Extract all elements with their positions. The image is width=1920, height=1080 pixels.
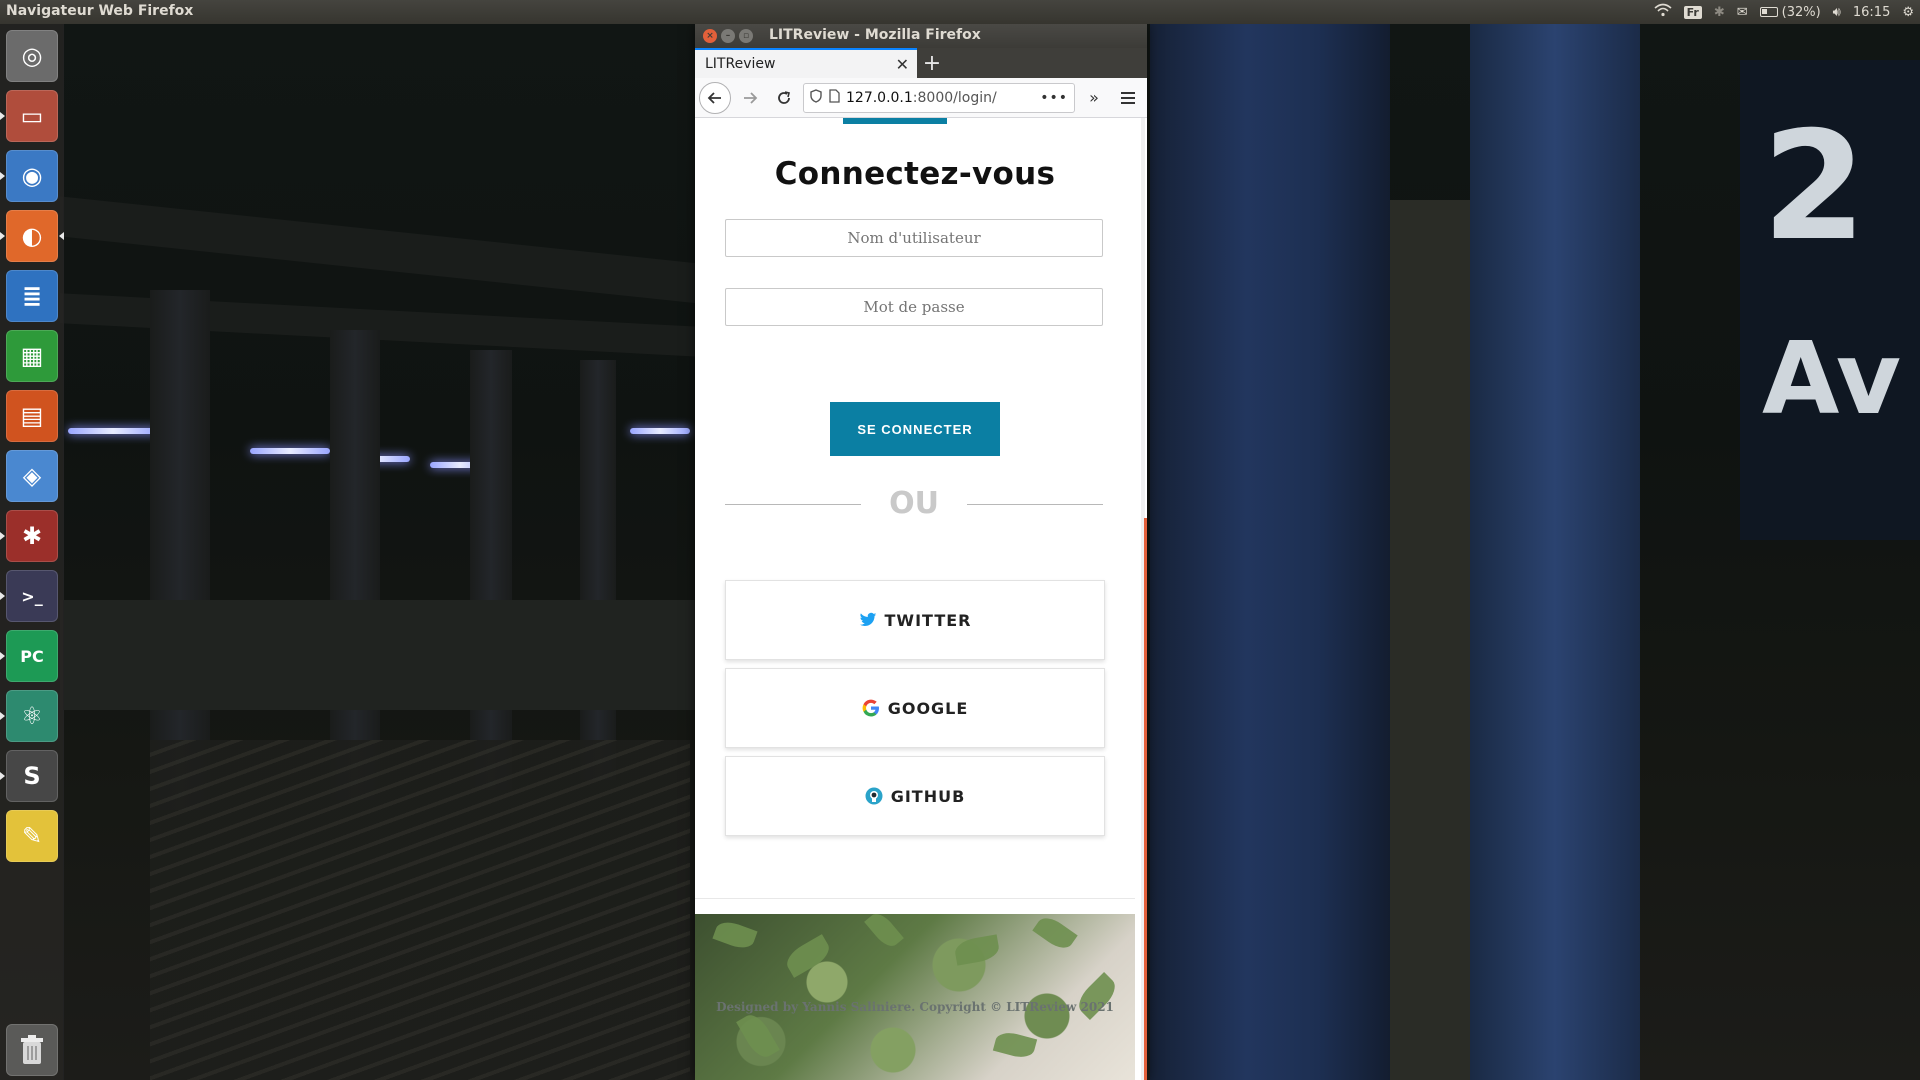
window-maximize-button[interactable]: ▫ <box>739 29 753 43</box>
page-actions-icon[interactable]: ••• <box>1040 90 1068 106</box>
reload-button[interactable] <box>769 83 799 113</box>
new-tab-button[interactable]: + <box>917 48 947 78</box>
close-tab-icon[interactable]: ✕ <box>896 55 909 74</box>
battery-percentage: (32%) <box>1781 4 1821 20</box>
top-panel: Navigateur Web Firefox Fr ✱ ✉ (32%) 🔊︎ 1… <box>0 0 1920 24</box>
google-label: GOOGLE <box>887 698 969 718</box>
overflow-menu-icon[interactable]: » <box>1079 83 1109 113</box>
clock[interactable]: 16:15 <box>1853 5 1890 20</box>
login-title: Connectez-vous <box>774 156 1056 192</box>
firefox-icon[interactable]: ◐ <box>0 210 64 262</box>
wifi-icon[interactable] <box>1654 3 1672 21</box>
header-accent-bar <box>843 118 947 124</box>
sublime-icon[interactable]: S <box>0 750 58 802</box>
power-gear-icon[interactable]: ⚙ <box>1902 5 1914 20</box>
volume-icon[interactable]: 🔊︎ <box>1833 5 1841 20</box>
forward-button[interactable] <box>735 83 765 113</box>
atom-icon[interactable]: ⚛ <box>0 690 58 742</box>
github-login-button[interactable]: GITHUB <box>725 756 1105 836</box>
window-titlebar[interactable]: × – ▫ LITReview - Mozilla Firefox <box>695 24 1147 48</box>
twitter-label: TWITTER <box>884 610 972 630</box>
ubuntu-dash-icon[interactable]: ◎ <box>6 30 58 82</box>
footer-copyright: Designed by Yannis Saliniere. Copyright … <box>716 1000 1114 1014</box>
page-side-accent <box>1144 518 1147 1080</box>
url-text[interactable]: 127.0.0.1:8000/login/ <box>846 90 1034 106</box>
terminal-icon[interactable]: >_ <box>0 570 58 622</box>
or-divider: OU <box>725 484 1103 524</box>
github-icon <box>865 787 883 805</box>
battery-indicator[interactable]: (32%) <box>1759 4 1821 20</box>
arrow-right-icon <box>744 91 758 104</box>
trash-icon[interactable] <box>6 1024 58 1076</box>
arrow-left-icon <box>707 91 721 104</box>
page-content: Connectez-vous SE CONNECTER OU TWITTER <box>695 118 1147 1080</box>
impress-icon[interactable]: ▤ <box>6 390 58 442</box>
navigation-toolbar: 127.0.0.1:8000/login/ ••• » <box>695 78 1147 118</box>
url-path: :8000/login/ <box>912 89 997 106</box>
files-icon[interactable]: ▭ <box>0 90 58 142</box>
text-editor-icon[interactable]: ✎ <box>6 810 58 862</box>
active-app-name: Navigateur Web Firefox <box>6 3 194 19</box>
bluetooth-icon[interactable]: ✱ <box>1714 5 1725 20</box>
firefox-window: × – ▫ LITReview - Mozilla Firefox LITRev… <box>695 24 1147 1080</box>
back-button[interactable] <box>699 81 731 114</box>
github-label: GITHUB <box>890 786 966 806</box>
pycharm-icon[interactable]: PC <box>0 630 58 682</box>
mail-icon[interactable]: ✉ <box>1737 5 1748 20</box>
tab-bar: LITReview ✕ + <box>695 48 1147 78</box>
username-input[interactable] <box>725 219 1103 257</box>
tab-litreview[interactable]: LITReview ✕ <box>695 48 917 78</box>
writer-icon[interactable]: ≣ <box>6 270 58 322</box>
twitter-login-button[interactable]: TWITTER <box>725 580 1105 660</box>
calc-icon[interactable]: ▦ <box>6 330 58 382</box>
launcher: ◎ ▭ ◉ ◐ ≣ ▦ ▤ ◈ ✱ >_ PC ⚛ S ✎ <box>0 24 64 1080</box>
page-info-icon[interactable] <box>828 88 840 107</box>
keyboard-layout-indicator[interactable]: Fr <box>1683 5 1702 19</box>
divider-line-right <box>967 504 1103 505</box>
tab-title: LITReview <box>705 56 776 72</box>
window-minimize-button[interactable]: – <box>721 29 735 43</box>
system-tray: Fr ✱ ✉ (32%) 🔊︎ 16:15 ⚙ <box>1654 0 1914 24</box>
hamburger-menu-icon[interactable] <box>1113 83 1143 113</box>
footer-plant-image: Designed by Yannis Saliniere. Copyright … <box>695 914 1135 1080</box>
software-center-icon[interactable]: ◈ <box>6 450 58 502</box>
url-host: 127.0.0.1 <box>846 89 913 106</box>
google-icon <box>862 699 880 717</box>
chrome-icon[interactable]: ◉ <box>0 150 58 202</box>
shield-icon[interactable] <box>810 88 822 107</box>
battery-icon <box>1759 7 1778 17</box>
reload-icon <box>778 90 790 104</box>
google-login-button[interactable]: GOOGLE <box>725 668 1105 748</box>
footer-separator <box>695 898 1135 899</box>
settings-icon[interactable]: ✱ <box>0 510 58 562</box>
window-close-button[interactable]: × <box>703 29 717 43</box>
url-bar[interactable]: 127.0.0.1:8000/login/ ••• <box>803 82 1075 113</box>
password-input[interactable] <box>725 288 1103 326</box>
login-button[interactable]: SE CONNECTER <box>830 402 1000 456</box>
twitter-icon <box>859 611 877 629</box>
window-title: LITReview - Mozilla Firefox <box>769 27 981 43</box>
